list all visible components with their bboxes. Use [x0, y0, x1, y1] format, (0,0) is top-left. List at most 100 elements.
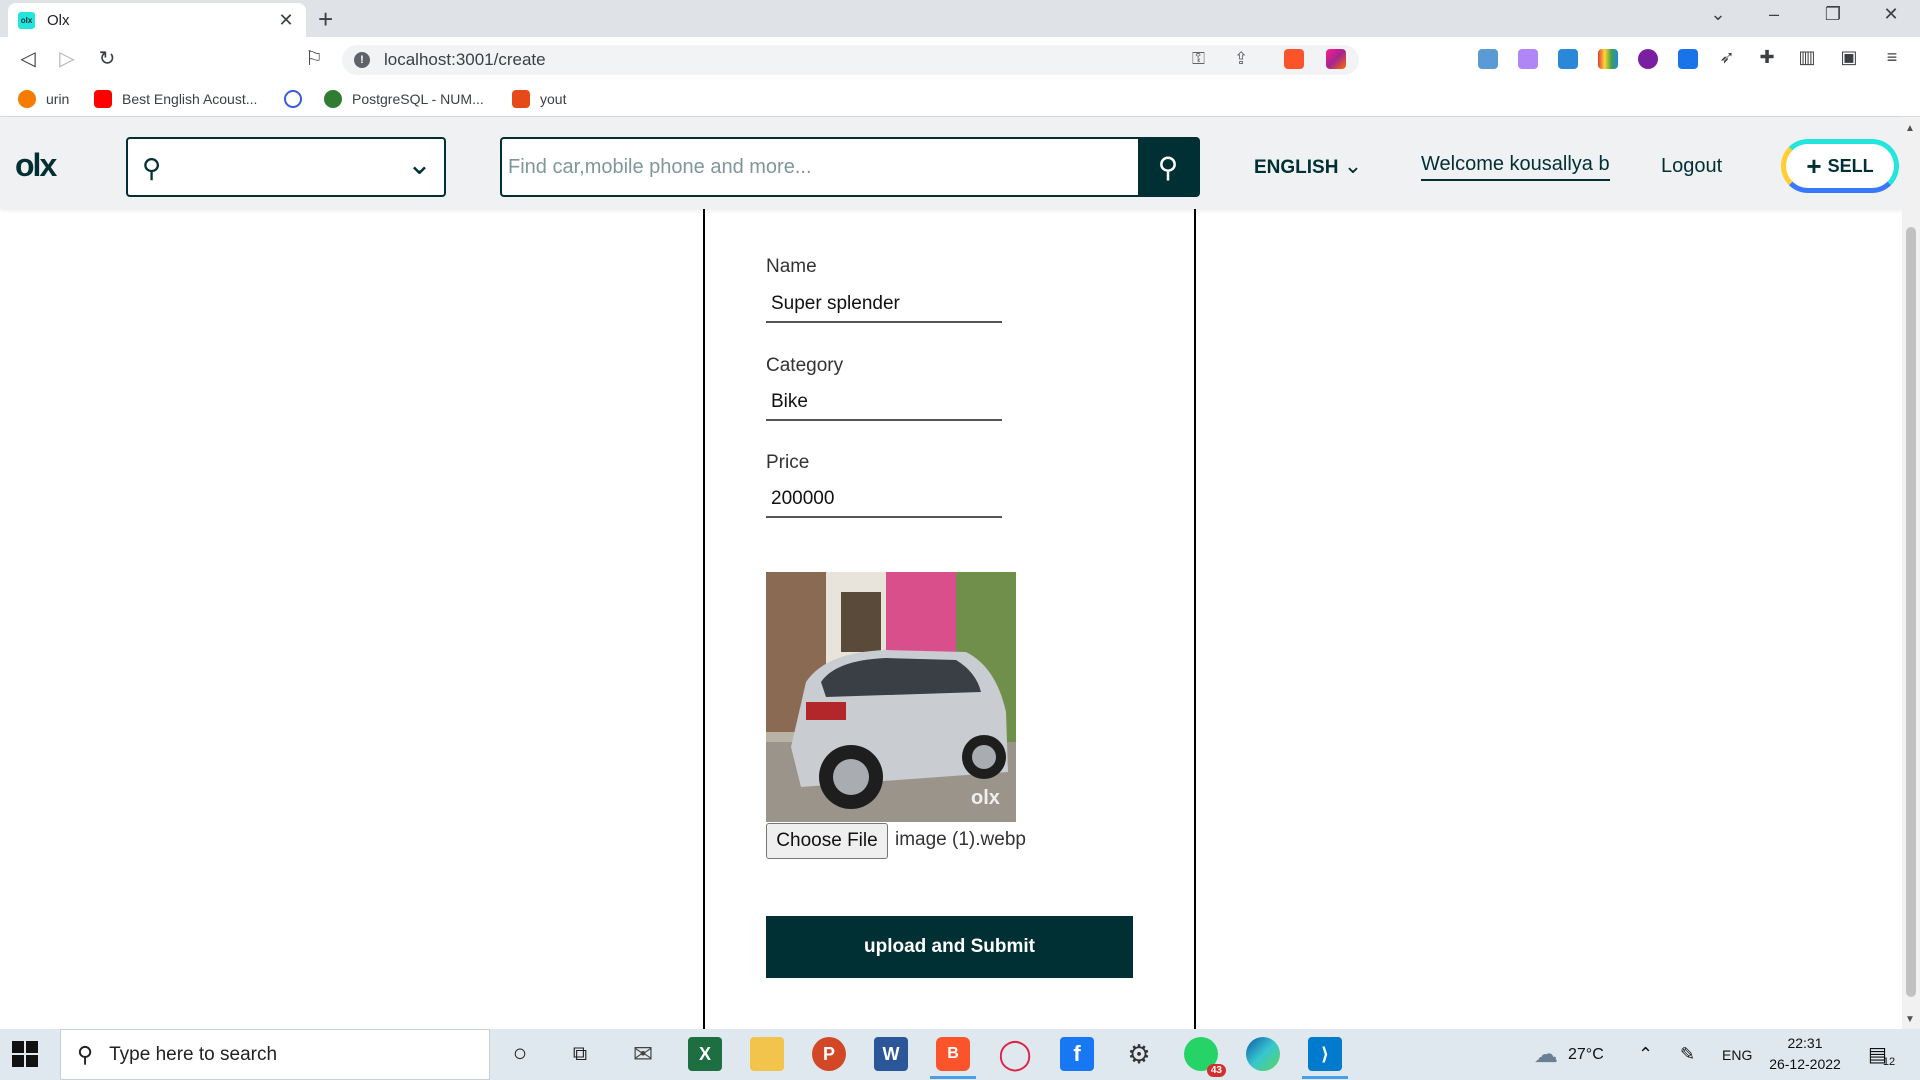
plus-icon: +: [1806, 150, 1822, 181]
bookmark-item[interactable]: Best English Acoust...: [94, 90, 257, 108]
olx-favicon-icon: olx: [18, 11, 35, 29]
search-icon: ⚲: [1157, 151, 1179, 183]
minimize-icon[interactable]: –: [1759, 4, 1789, 25]
reload-icon[interactable]: ↻: [93, 46, 121, 71]
facebook-icon[interactable]: f: [1060, 1037, 1094, 1071]
bookmark-label: urin: [46, 91, 70, 107]
search-input[interactable]: [508, 149, 1118, 185]
pen-icon[interactable]: ✎: [1680, 1029, 1695, 1080]
clock-time: 22:31: [1787, 1035, 1823, 1051]
welcome-user[interactable]: Welcome kousallya b: [1421, 153, 1610, 181]
address-bar[interactable]: ! localhost:3001/create: [342, 45, 1359, 75]
excel-icon[interactable]: X: [688, 1037, 722, 1071]
scroll-down-icon[interactable]: ▼: [1905, 1014, 1915, 1025]
extension-4-icon[interactable]: [1638, 49, 1658, 69]
site-info-icon[interactable]: !: [354, 52, 370, 68]
car-photo: olx: [766, 572, 1016, 822]
share-icon[interactable]: ⇪: [1234, 49, 1248, 69]
browser-tab[interactable]: olx Olx ✕: [8, 3, 306, 37]
windows-start-icon[interactable]: [12, 1041, 38, 1067]
create-product-form: Name Category Price olx Choose File imag…: [703, 209, 1196, 1029]
settings-gear-icon[interactable]: ⚙: [1122, 1037, 1156, 1071]
bookmark-favicon-icon: [18, 90, 36, 108]
rocket-icon[interactable]: ➶: [1713, 47, 1741, 68]
bookmark-label: yout: [540, 91, 567, 107]
bookmark-favicon-icon: [512, 90, 530, 108]
price-input[interactable]: [766, 482, 1002, 518]
bookmark-icon[interactable]: ⚐: [300, 46, 328, 71]
clock-date: 26-12-2022: [1769, 1056, 1841, 1072]
choose-file-button[interactable]: Choose File: [766, 823, 888, 859]
page-scrollbar[interactable]: ▲ ▼: [1902, 117, 1920, 1029]
mail-icon[interactable]: ✉: [626, 1037, 660, 1071]
bookmark-item[interactable]: urin: [18, 90, 69, 108]
price-label: Price: [766, 452, 810, 473]
input-language[interactable]: ENG: [1722, 1029, 1752, 1080]
olx-logo[interactable]: olx: [15, 147, 57, 184]
tray-expand-icon[interactable]: ⌃: [1638, 1029, 1653, 1080]
back-icon[interactable]: ◁: [14, 46, 42, 71]
forward-icon[interactable]: ▷: [53, 46, 81, 71]
task-view-icon[interactable]: ⧉: [563, 1037, 597, 1071]
bookmark-item[interactable]: PostgreSQL - NUM...: [324, 90, 484, 108]
sell-button[interactable]: + SELL: [1781, 139, 1899, 193]
new-tab-icon[interactable]: +: [318, 4, 333, 35]
clock[interactable]: 22:31 26-12-2022: [1766, 1033, 1844, 1075]
language-select[interactable]: ENGLISH ⌄: [1254, 153, 1362, 179]
chevron-down-icon[interactable]: ⌄: [407, 147, 432, 182]
opera-icon[interactable]: ◯: [998, 1037, 1032, 1071]
close-tab-icon[interactable]: ✕: [276, 10, 296, 31]
taskbar-search[interactable]: ⚲ Type here to search: [60, 1029, 490, 1080]
cortana-icon[interactable]: ○: [503, 1037, 537, 1071]
bookmark-favicon-icon: [284, 90, 302, 108]
cloud-icon: ☁: [1534, 1041, 1558, 1068]
extension-1-icon[interactable]: [1478, 49, 1498, 69]
edge-icon[interactable]: [1246, 1037, 1280, 1071]
logout-link[interactable]: Logout: [1661, 155, 1722, 178]
download-icon[interactable]: [1558, 49, 1578, 69]
category-input[interactable]: [766, 385, 1002, 421]
notification-count: 12: [1882, 1055, 1896, 1068]
brave-browser-icon[interactable]: B: [930, 1037, 976, 1079]
file-explorer-icon[interactable]: [750, 1037, 784, 1071]
brave-rewards-icon[interactable]: [1326, 49, 1346, 69]
youtube-icon: [94, 90, 112, 108]
powerpoint-icon[interactable]: P: [812, 1037, 846, 1071]
name-input[interactable]: [766, 287, 1002, 323]
bookmark-item[interactable]: [284, 90, 312, 108]
bookmark-label: Best English Acoust...: [122, 91, 258, 107]
olx-watermark: olx: [971, 787, 1000, 809]
tab-search-icon[interactable]: ⌄: [1703, 4, 1733, 25]
extensions-puzzle-icon[interactable]: ✚: [1753, 47, 1781, 68]
word-icon[interactable]: W: [874, 1037, 908, 1071]
scroll-up-icon[interactable]: ▲: [1905, 123, 1915, 134]
extension-3-icon[interactable]: [1598, 49, 1618, 69]
category-label: Category: [766, 355, 844, 376]
menu-icon[interactable]: ≡: [1878, 47, 1906, 68]
extension-2-icon[interactable]: [1518, 49, 1538, 69]
browser-tab-strip: olx Olx ✕ + ⌄ – ❐ ✕: [0, 0, 1920, 37]
search-icon: ⚲: [142, 153, 162, 183]
tab-title: Olx: [47, 11, 70, 29]
key-icon[interactable]: ⚿: [1192, 49, 1205, 69]
notifications-icon[interactable]: ▤ 12: [1868, 1029, 1895, 1080]
url-text: localhost:3001/create: [384, 50, 546, 69]
sidebar-icon[interactable]: ▥: [1793, 47, 1821, 68]
brave-shield-icon[interactable]: [1284, 49, 1304, 69]
whatsapp-badge: 43: [1206, 1064, 1226, 1077]
search-icon: ⚲: [77, 1041, 94, 1067]
scrollbar-thumb[interactable]: [1906, 227, 1916, 997]
location-select[interactable]: ⚲ ⌄: [126, 137, 446, 197]
upload-submit-button[interactable]: upload and Submit: [766, 916, 1133, 978]
wallet-icon[interactable]: ▣: [1835, 47, 1863, 68]
restore-icon[interactable]: ❐: [1818, 4, 1848, 25]
search-button[interactable]: ⚲: [1138, 139, 1198, 195]
vscode-icon[interactable]: ⟩: [1302, 1037, 1348, 1079]
weather-widget[interactable]: ☁ 27°C: [1534, 1029, 1604, 1080]
geeksforgeeks-icon: [324, 90, 342, 108]
extension-5-icon[interactable]: [1678, 49, 1698, 69]
bookmark-label: PostgreSQL - NUM...: [352, 91, 484, 107]
whatsapp-icon[interactable]: 43: [1184, 1037, 1226, 1077]
close-window-icon[interactable]: ✕: [1876, 4, 1906, 25]
bookmark-item[interactable]: yout: [512, 90, 566, 108]
